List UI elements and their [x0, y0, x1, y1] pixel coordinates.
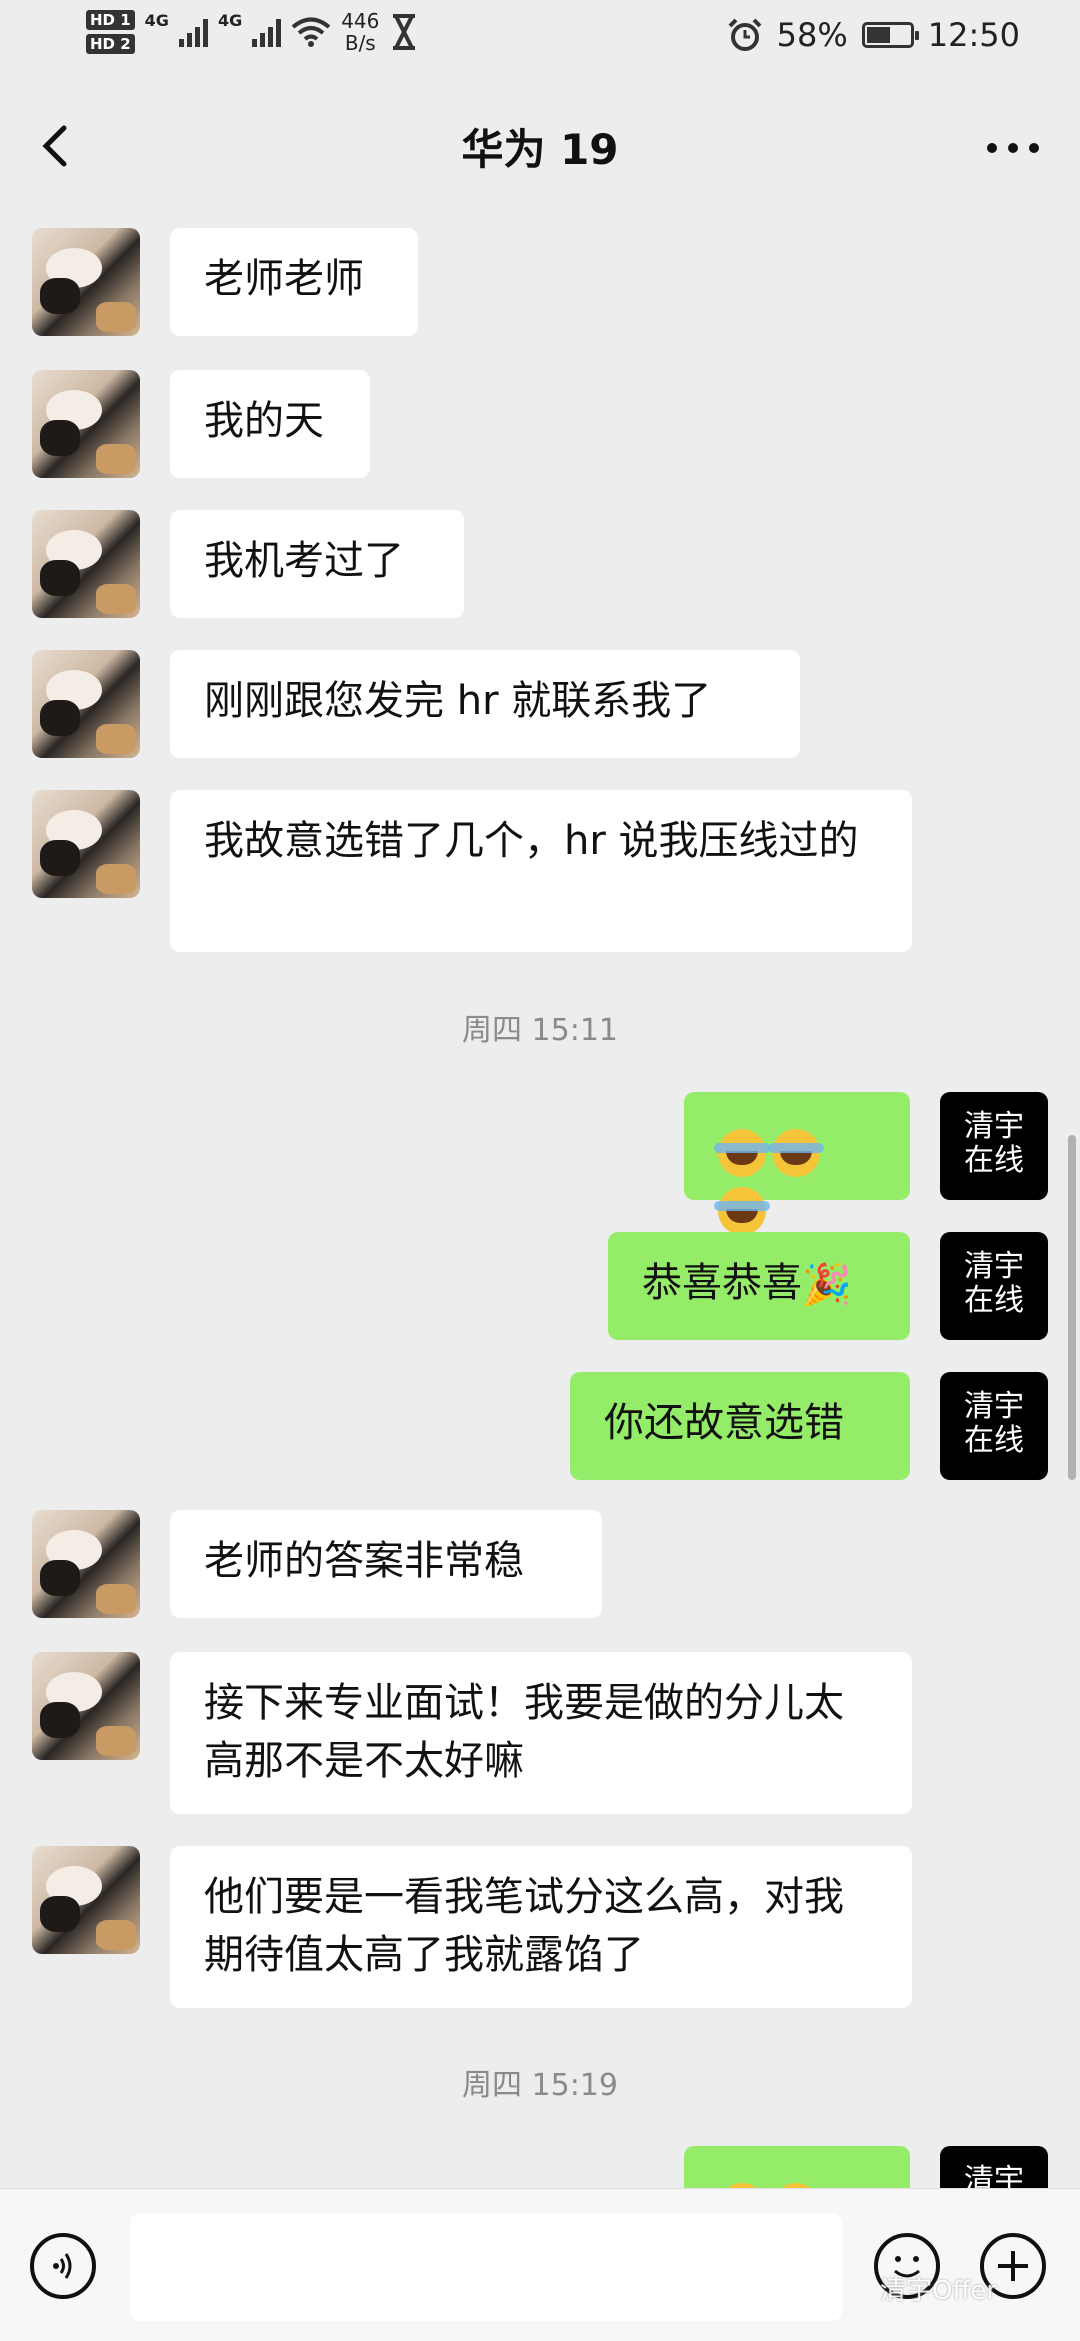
- network-type-1: 4G: [144, 10, 169, 30]
- sim2-label: HD 2: [86, 34, 135, 54]
- my-avatar[interactable]: 清宇 在线: [940, 1092, 1048, 1200]
- chat-header: 华为 19: [0, 90, 1080, 200]
- message-bubble[interactable]: 刚刚跟您发完 hr 就联系我了: [170, 650, 800, 758]
- message-bubble[interactable]: 我故意选错了几个，hr 说我压线过的: [170, 790, 912, 952]
- party-popper-icon: 🎉: [802, 1262, 852, 1308]
- input-bar: [0, 2188, 1080, 2341]
- wifi-icon: [291, 17, 331, 47]
- my-avatar[interactable]: 清宇 在线: [940, 1372, 1048, 1480]
- my-avatar-line1: 清宇: [964, 1109, 1024, 1144]
- contact-avatar[interactable]: [32, 228, 140, 336]
- alarm-icon: [728, 18, 762, 51]
- speed-unit: B/s: [344, 31, 376, 55]
- watermark: 清宇Offer: [880, 2276, 998, 2306]
- laughing-crying-emoji-icon: [714, 1129, 770, 1177]
- contact-avatar[interactable]: [32, 650, 140, 758]
- contact-avatar[interactable]: [32, 790, 140, 898]
- more-options-icon[interactable]: [978, 118, 1048, 178]
- emoji-message-bubble[interactable]: [684, 1092, 910, 1235]
- signal-icon-1: [178, 17, 208, 47]
- chat-title: 华为 19: [461, 125, 619, 174]
- message-text: 恭喜恭喜: [642, 1260, 802, 1306]
- message-bubble[interactable]: 他们要是一看我笔试分这么高，对我期待值太高了我就露馅了: [170, 1846, 912, 2008]
- my-avatar-line2: 在线: [964, 1423, 1024, 1458]
- contact-avatar[interactable]: [32, 1510, 140, 1618]
- message-bubble[interactable]: 接下来专业面试！我要是做的分儿太高那不是不太好嘛: [170, 1652, 912, 1814]
- network-type-2: 4G: [217, 10, 243, 30]
- laughing-crying-emoji-icon: [714, 1187, 770, 1235]
- message-bubble[interactable]: 我机考过了: [170, 510, 464, 618]
- message-bubble[interactable]: 老师的答案非常稳: [170, 1510, 602, 1618]
- my-avatar-line1: 清宇: [964, 1249, 1024, 1284]
- message-bubble[interactable]: 你还故意选错: [570, 1372, 910, 1480]
- voice-icon: [53, 2253, 72, 2279]
- my-avatar[interactable]: 清宇 在线: [940, 1232, 1048, 1340]
- battery-icon: [861, 22, 919, 48]
- timestamp: 周四 15:19: [462, 2068, 618, 2103]
- message-bubble[interactable]: 老师老师: [170, 228, 418, 336]
- my-avatar-line1: 清宇: [964, 1389, 1024, 1424]
- voice-input-button[interactable]: [30, 2233, 96, 2299]
- sim-indicators: HD 1 HD 2: [86, 10, 135, 54]
- contact-avatar[interactable]: [32, 1652, 140, 1760]
- signal-icon-2: [252, 17, 282, 47]
- my-avatar-line2: 在线: [964, 1143, 1024, 1178]
- network-speed: 446 B/s: [341, 10, 379, 54]
- sim1-label: HD 1: [86, 10, 135, 30]
- contact-avatar[interactable]: [32, 1846, 140, 1954]
- my-avatar-line2: 在线: [964, 1283, 1024, 1318]
- message-input[interactable]: [130, 2213, 842, 2321]
- message-bubble[interactable]: 恭喜恭喜🎉: [608, 1232, 910, 1340]
- scrollbar[interactable]: [1068, 1135, 1076, 1480]
- contact-avatar[interactable]: [32, 510, 140, 618]
- hourglass-icon: [393, 14, 416, 50]
- laughing-crying-emoji-icon: [768, 1129, 824, 1177]
- message-bubble[interactable]: 我的天: [170, 370, 370, 478]
- clock: 12:50: [927, 16, 1020, 54]
- timestamp: 周四 15:11: [462, 1013, 618, 1048]
- status-bar: HD 1 HD 2 4G 4G 446 B/s 58% 12:50: [0, 0, 1080, 80]
- speed-value: 446: [341, 9, 380, 33]
- contact-avatar[interactable]: [32, 370, 140, 478]
- battery-percent: 58%: [776, 16, 848, 54]
